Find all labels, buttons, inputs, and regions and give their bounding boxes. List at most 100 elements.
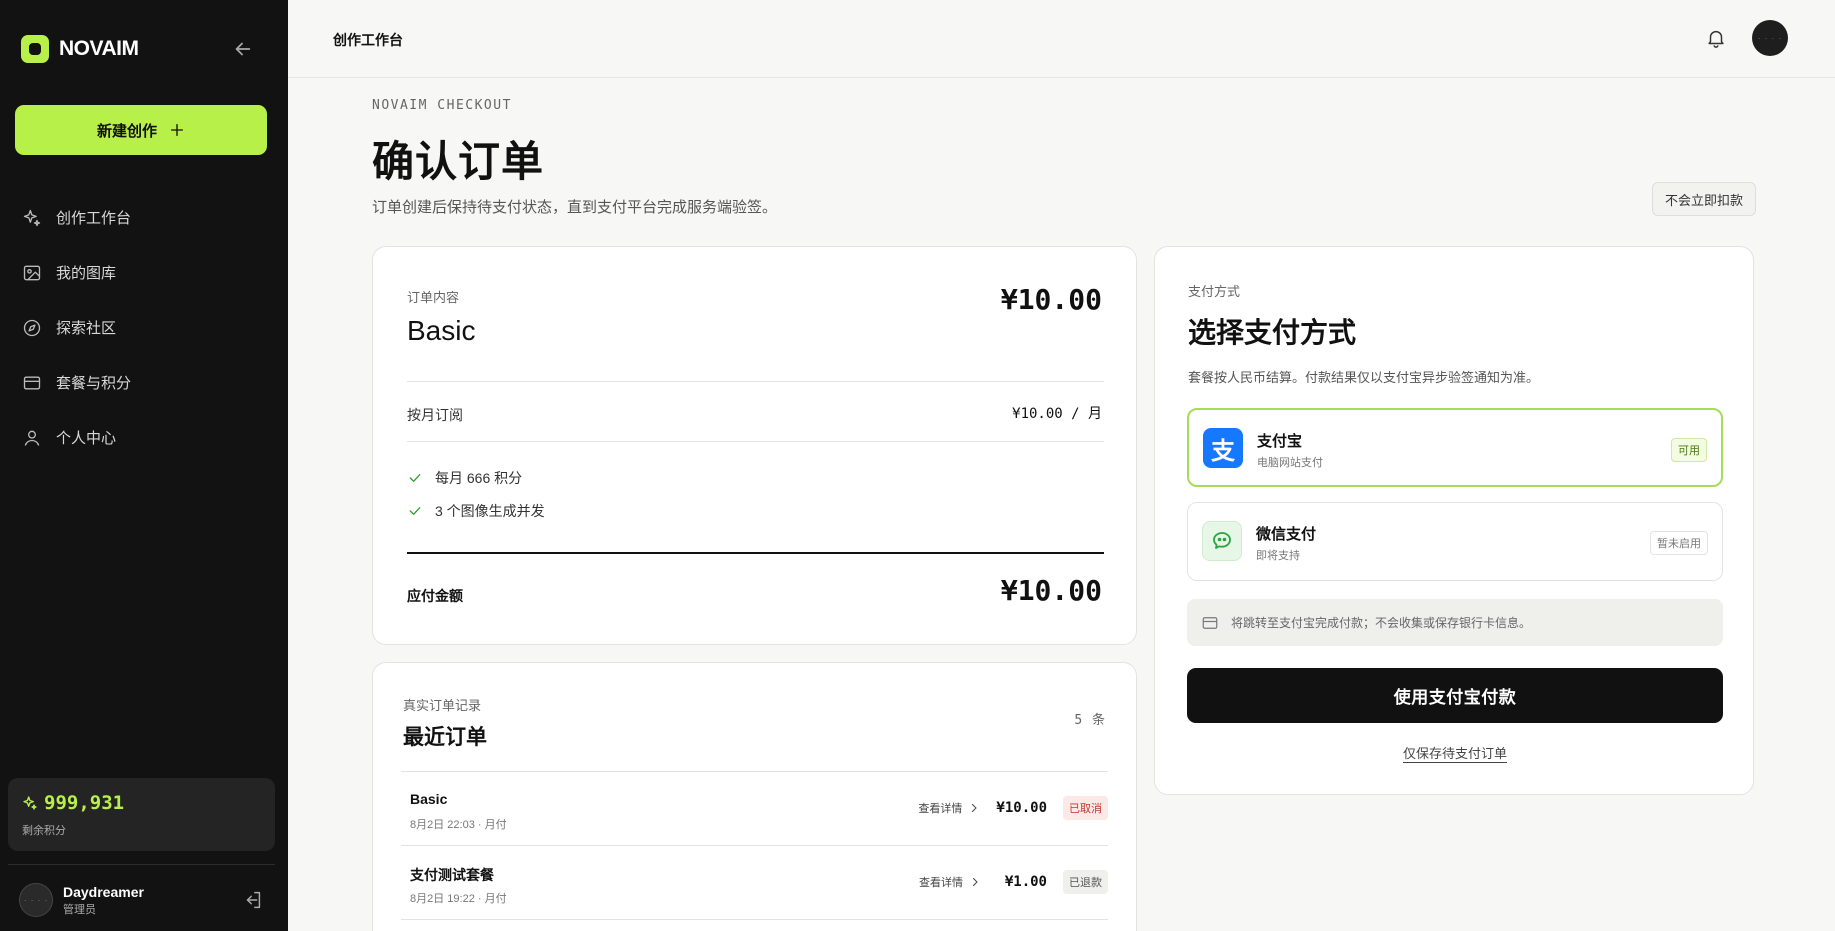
payment-notice: 将跳转至支付宝完成付款；不会收集或保存银行卡信息。 — [1187, 599, 1723, 646]
view-details-link[interactable]: 查看详情 — [918, 800, 980, 816]
logo-text: NOVAIM — [59, 37, 139, 60]
total-divider — [407, 552, 1104, 554]
sidebar-item-label: 我的图库 — [56, 265, 117, 282]
page-eyebrow: NOVAIM CHECKOUT — [372, 98, 512, 113]
user-icon — [24, 430, 40, 446]
feature-label: 每月 666 积分 — [435, 470, 523, 486]
credits-panel[interactable]: 999,931 剩余积分 — [8, 778, 275, 851]
page-subtitle: 订单创建后保持待支付状态，直到支付平台完成服务端验签。 — [372, 199, 778, 216]
recent-label: 真实订单记录 — [403, 698, 482, 713]
sidebar-divider — [8, 864, 275, 865]
table-row: 支付测试套餐 8月2日 19:22 · 月付 查看详情 ¥1.00 已退款 — [401, 846, 1108, 920]
user-profile[interactable]: · · · · Daydreamer 管理员 — [19, 883, 144, 917]
order-meta: 8月2日 22:03 · 月付 — [410, 819, 507, 831]
wechat-icon — [1202, 521, 1242, 561]
user-name: Daydreamer — [63, 883, 144, 900]
order-name: 支付测试套餐 — [410, 867, 494, 883]
pay-with-alipay-button[interactable]: 使用支付宝付款 — [1187, 668, 1723, 723]
alipay-icon: 支 — [1203, 428, 1243, 468]
sidebar-item-label: 套餐与积分 — [56, 375, 132, 392]
status-badge: 可用 — [1671, 438, 1707, 462]
save-pending-order-link-wrap: 仅保存待支付订单 — [1155, 743, 1755, 763]
payment-option-wechat[interactable]: 微信支付 即将支持 暂未启用 — [1187, 502, 1723, 581]
order-amount: ¥1.00 — [1004, 874, 1047, 890]
logout-icon[interactable] — [242, 889, 264, 911]
status-badge: 已退款 — [1063, 870, 1108, 894]
credits-value-row: 999,931 — [22, 792, 261, 814]
collapse-sidebar-icon[interactable] — [232, 38, 254, 60]
plus-icon — [171, 124, 183, 136]
payment-title: 选择支付方式 — [1188, 317, 1357, 348]
save-pending-order-link[interactable]: 仅保存待支付订单 — [1402, 746, 1507, 763]
recent-count: 5 条 — [1074, 713, 1106, 728]
view-details-label: 查看详情 — [919, 877, 963, 889]
compass-icon — [23, 319, 41, 336]
order-meta: 8月2日 19:22 · 月付 — [410, 893, 507, 905]
payment-subtitle: 套餐按人民币结算。付款结果仅以支付宝异步验签通知为准。 — [1188, 370, 1540, 385]
sidebar-item-gallery[interactable]: 我的图库 — [0, 245, 288, 300]
plan-price: ¥10.00 — [1000, 283, 1102, 316]
check-icon — [409, 507, 421, 515]
page-breadcrumb: 创作工作台 — [333, 32, 403, 48]
avatar: · · · · — [19, 883, 53, 917]
sidebar-item-plans[interactable]: 套餐与积分 — [0, 355, 288, 410]
divider — [407, 441, 1104, 442]
order-amount: ¥10.00 — [996, 800, 1047, 816]
chevron-right-icon — [973, 878, 978, 886]
card-icon — [1202, 616, 1218, 629]
sidebar-item-profile[interactable]: 个人中心 — [0, 410, 288, 465]
feature-item: 每月 666 积分 — [407, 468, 522, 488]
sidebar-item-explore[interactable]: 探索社区 — [0, 300, 288, 355]
status-badge: 已取消 — [1063, 796, 1108, 820]
no-charge-chip: 不会立即扣款 — [1652, 182, 1757, 216]
avatar[interactable]: · · · · — [1752, 20, 1788, 56]
bell-icon[interactable] — [1705, 26, 1727, 50]
recent-title: 最近订单 — [403, 726, 487, 749]
credits-value: 999,931 — [44, 792, 125, 814]
chevron-right-icon — [972, 804, 978, 812]
page-title: 确认订单 — [372, 138, 545, 185]
recent-orders-list: Basic 8月2日 22:03 · 月付 查看详情 ¥10.00 已取消 支付… — [401, 771, 1108, 920]
divider — [407, 381, 1104, 382]
payment-label: 支付方式 — [1188, 284, 1241, 299]
sidebar-item-label: 创作工作台 — [56, 210, 132, 227]
image-icon — [23, 265, 41, 280]
sparkle-icon — [23, 209, 41, 226]
total-value: ¥10.00 — [1000, 574, 1102, 607]
card-icon — [23, 376, 41, 389]
credits-label: 剩余积分 — [22, 825, 66, 837]
recent-orders-card: 真实订单记录 最近订单 5 条 Basic 8月2日 22:03 · 月付 查看… — [372, 662, 1137, 931]
billing-label: 按月订阅 — [407, 407, 463, 423]
payment-option-name: 微信支付 — [1256, 526, 1317, 543]
feature-label: 3 个图像生成并发 — [435, 503, 545, 519]
payment-option-name: 支付宝 — [1257, 433, 1303, 450]
order-row-actions: 查看详情 ¥1.00 已退款 — [919, 870, 1108, 894]
sidebar-item-label: 个人中心 — [56, 430, 117, 447]
sidebar-item-label: 探索社区 — [56, 320, 117, 337]
sparkle-icon — [23, 796, 37, 810]
sidebar-nav: 创作工作台 我的图库 探索社区 套餐与积分 个人中心 — [0, 190, 288, 465]
plan-name: Basic — [407, 315, 476, 346]
sidebar-item-workbench[interactable]: 创作工作台 — [0, 190, 288, 245]
view-details-link[interactable]: 查看详情 — [919, 874, 981, 890]
logo[interactable]: NOVAIM — [21, 35, 139, 63]
view-details-label: 查看详情 — [918, 803, 963, 815]
payment-option-desc: 电脑网站支付 — [1257, 457, 1323, 469]
user-role: 管理员 — [63, 903, 96, 916]
feature-item: 3 个图像生成并发 — [407, 501, 545, 521]
order-name: Basic — [410, 791, 448, 807]
new-creation-label: 新建创作 — [96, 122, 157, 140]
payment-notice-text: 将跳转至支付宝完成付款；不会收集或保存银行卡信息。 — [1231, 616, 1532, 630]
order-summary-card: 订单内容 Basic ¥10.00 按月订阅 ¥10.00 / 月 每月 666… — [372, 246, 1137, 645]
order-label: 订单内容 — [407, 290, 460, 305]
payment-option-desc: 即将支持 — [1256, 550, 1300, 562]
payment-option-alipay[interactable]: 支 支付宝 电脑网站支付 可用 — [1187, 408, 1723, 487]
logo-mark-icon — [21, 35, 49, 63]
status-badge: 暂未启用 — [1650, 531, 1708, 555]
payment-method-card: 支付方式 选择支付方式 套餐按人民币结算。付款结果仅以支付宝异步验签通知为准。 … — [1154, 246, 1754, 795]
new-creation-button[interactable]: 新建创作 — [15, 105, 267, 155]
total-label: 应付金额 — [407, 588, 463, 604]
billing-value: ¥10.00 / 月 — [1012, 406, 1102, 422]
table-row: Basic 8月2日 22:03 · 月付 查看详情 ¥10.00 已取消 — [401, 772, 1108, 846]
order-row-actions: 查看详情 ¥10.00 已取消 — [918, 796, 1108, 820]
